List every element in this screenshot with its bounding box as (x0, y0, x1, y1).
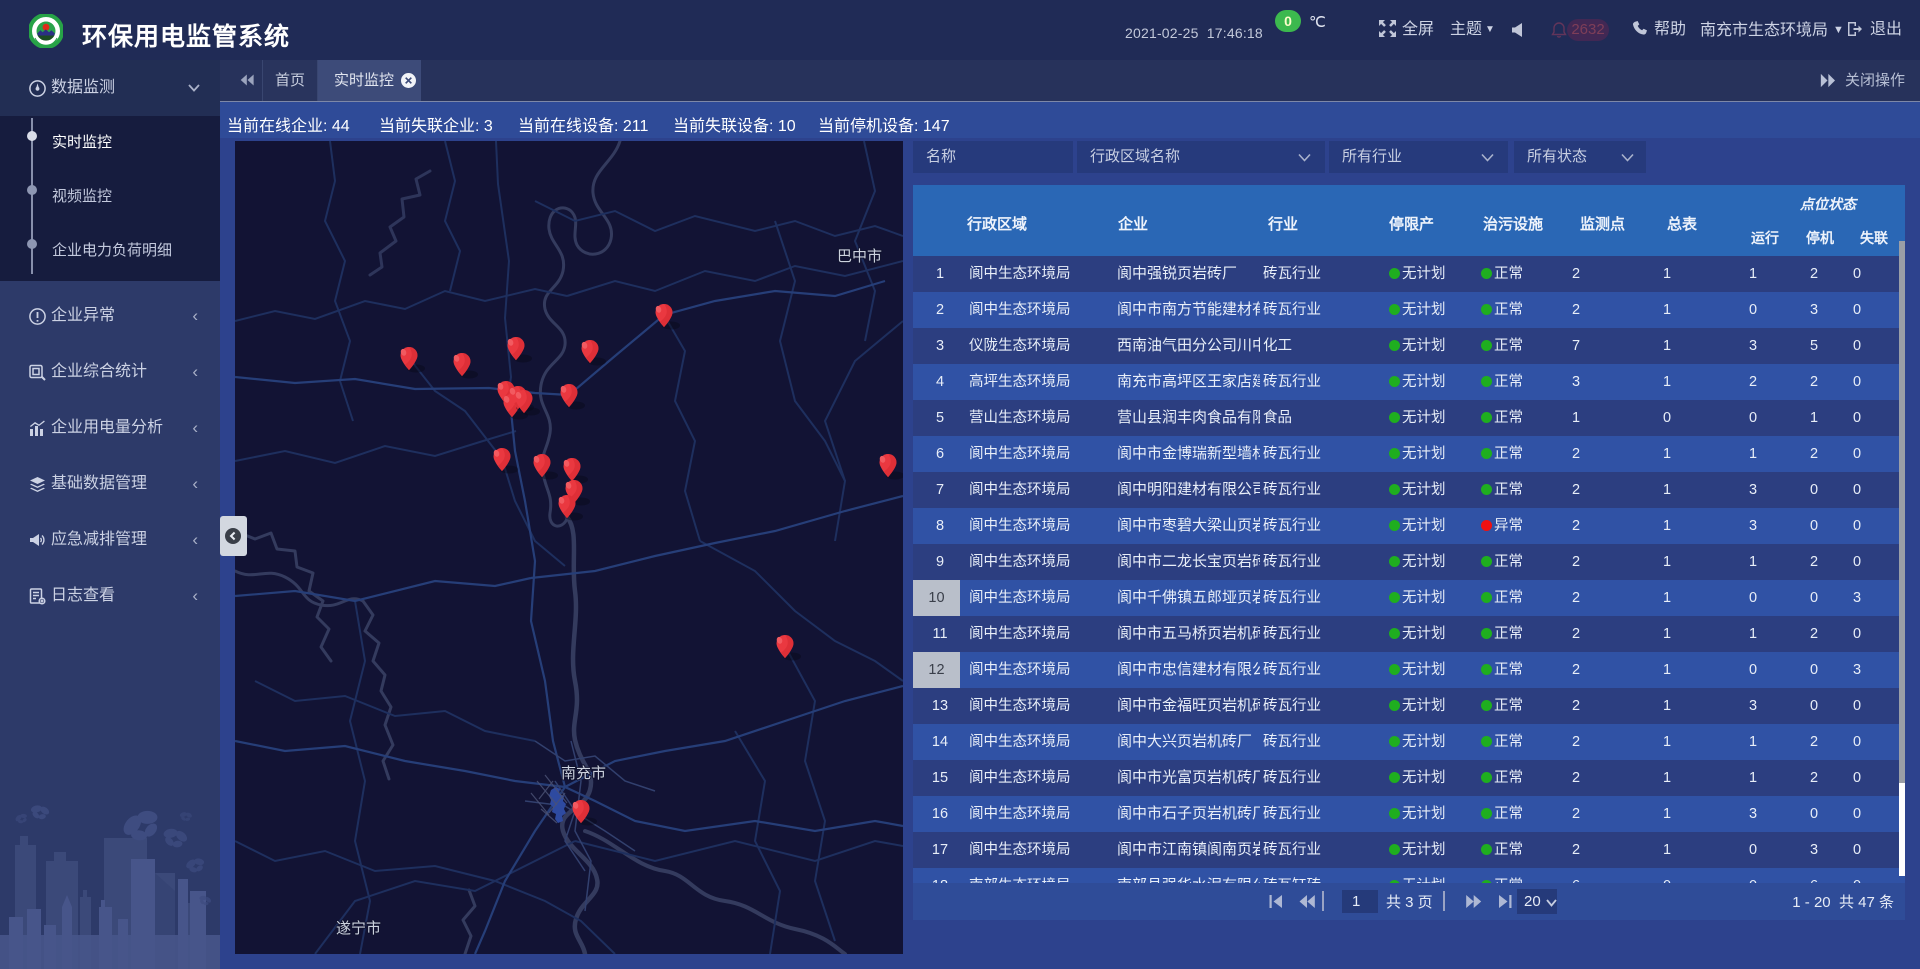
svg-text:巴中市: 巴中市 (837, 248, 882, 265)
svg-text:遂宁市: 遂宁市 (336, 920, 381, 937)
svg-text:南充市: 南充市 (561, 765, 606, 782)
